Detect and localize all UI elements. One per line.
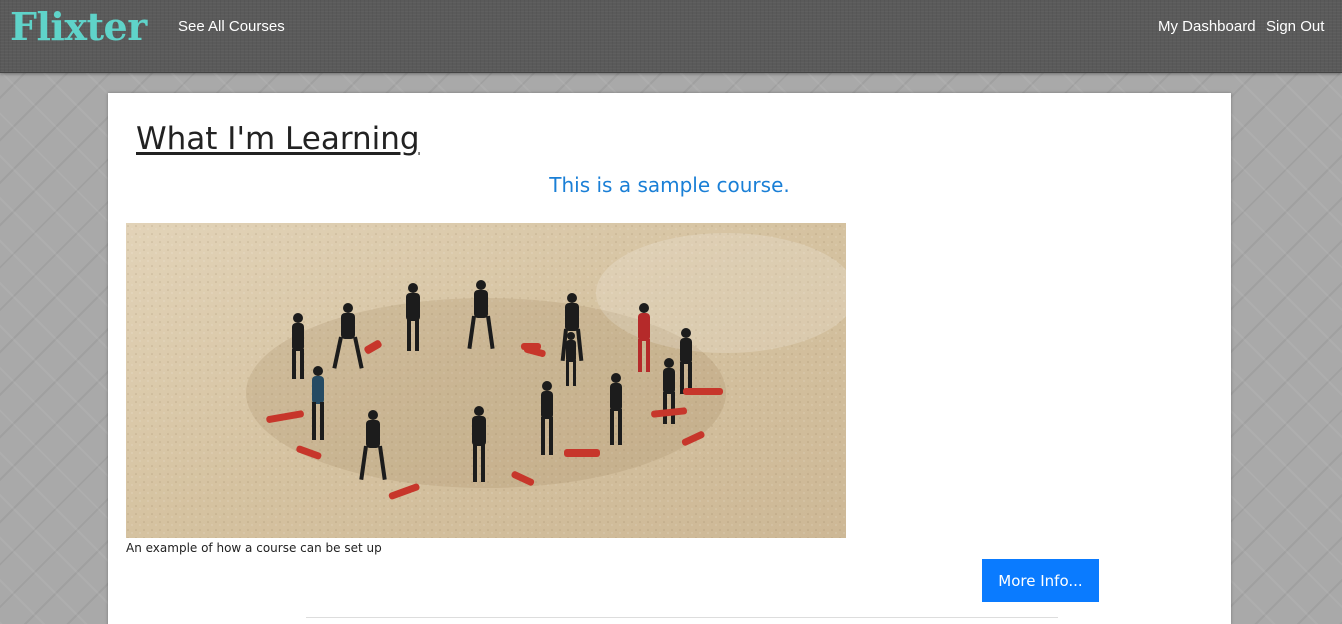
main-content-panel: What I'm Learning This is a sample cours… <box>108 93 1231 624</box>
brand-logo[interactable]: Flixter <box>10 4 147 49</box>
sign-out-link[interactable]: Sign Out <box>1266 18 1324 35</box>
image-caption: An example of how a course can be set up <box>126 541 382 555</box>
top-navbar: Flixter See All Courses My Dashboard Sig… <box>0 0 1342 73</box>
beach-group-photo <box>126 223 846 538</box>
more-info-button[interactable]: More Info... <box>982 559 1099 602</box>
course-image <box>126 223 846 538</box>
my-dashboard-link[interactable]: My Dashboard <box>1158 18 1256 35</box>
course-title: This is a sample course. <box>549 173 790 197</box>
section-divider <box>306 617 1058 618</box>
see-all-courses-link[interactable]: See All Courses <box>178 18 285 35</box>
page-title: What I'm Learning <box>136 121 420 157</box>
